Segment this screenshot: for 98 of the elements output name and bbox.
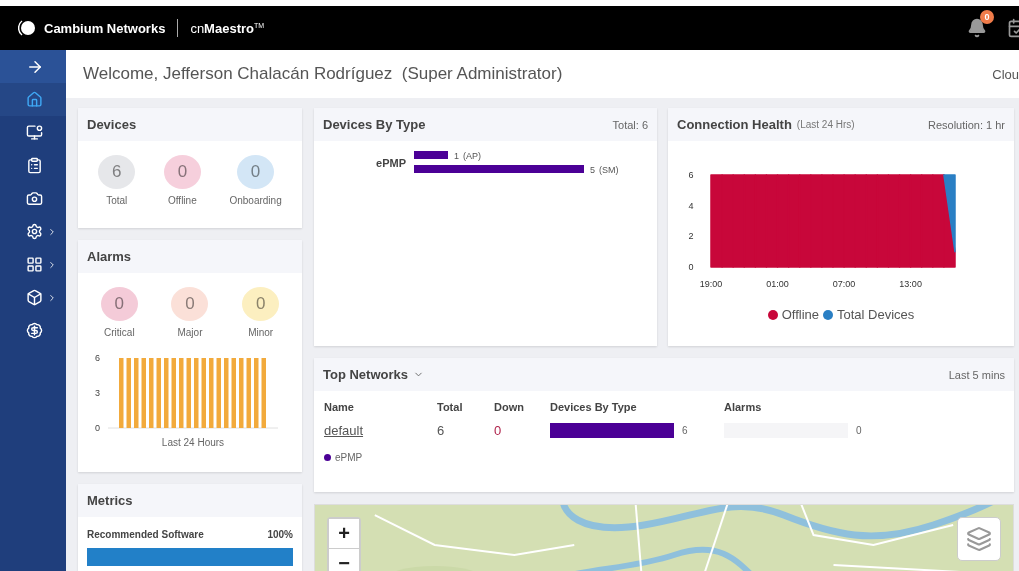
bar (246, 358, 251, 428)
bar (231, 358, 236, 428)
axis-label: 4 (688, 200, 694, 211)
axis-label: 01:00 (766, 279, 789, 289)
notification-count: 0 (980, 10, 994, 24)
column-header: Total (437, 401, 464, 413)
table-cell-text: 0 (494, 423, 503, 438)
count-circle: 0 (163, 155, 201, 189)
axis-label: 6 (95, 353, 100, 363)
product-name: cnMaestro$^{TM}$ (190, 20, 265, 36)
metric-value: 100% (267, 529, 293, 540)
bar (179, 358, 184, 428)
axis-title: Last 24 Hours (161, 437, 225, 448)
count-label: Minor (248, 327, 274, 338)
chevron-icon (47, 292, 57, 303)
value-label: 5 (590, 165, 595, 175)
category-label: (SM) (599, 165, 619, 175)
bar (224, 358, 229, 428)
card-title: Metrics (87, 493, 133, 508)
bar (186, 358, 191, 428)
bar-value: 6 (682, 425, 688, 436)
bar (119, 358, 124, 428)
card-subtitle: (Last 24 Hrs) (796, 119, 855, 130)
bar (201, 358, 206, 428)
layers-button[interactable] (957, 517, 1001, 561)
bar (254, 358, 259, 428)
axis-label: 3 (95, 388, 100, 398)
bar (171, 358, 176, 428)
bar (261, 358, 266, 428)
bar (414, 151, 448, 159)
home-icon (26, 91, 43, 108)
bar (209, 358, 214, 428)
map[interactable]: + − (314, 504, 1014, 571)
welcome-text: Welcome, Jefferson Chalacán Rodríguez (Super Administrator) (83, 64, 563, 84)
dollar-icon (26, 322, 43, 339)
count-circle: 0 (171, 287, 209, 321)
bar (216, 358, 221, 428)
axis-label: 0 (688, 262, 694, 272)
axis-label: 13:00 (899, 279, 922, 289)
card-title[interactable]: Top Networks (323, 367, 408, 382)
column-header: Name (324, 401, 355, 413)
card-title: Connection Health (677, 117, 792, 132)
count-circle: 0 (242, 287, 280, 321)
list-icon (26, 157, 43, 174)
collapse-button[interactable] (0, 50, 66, 83)
axis-label: 07:00 (832, 279, 856, 289)
monitor-icon (26, 124, 43, 141)
count-label: Major (177, 327, 203, 338)
legend-label: Total Devices (837, 307, 915, 322)
layers-icon (966, 526, 992, 552)
zoom-in-button[interactable]: + (329, 519, 359, 549)
axis-label: 19:00 (699, 279, 723, 289)
network-link[interactable]: default (324, 423, 364, 438)
bar (141, 358, 146, 428)
count-label: Offline (168, 195, 197, 206)
bar (134, 358, 139, 428)
settings-icon (26, 223, 43, 240)
table-cell-text: 6 (437, 423, 446, 438)
count-label: Onboarding (229, 195, 282, 206)
category-label: ePMP (376, 157, 406, 169)
bar (164, 358, 169, 428)
axis-label: 0 (95, 423, 100, 433)
axis-label: 6 (688, 170, 694, 180)
card-title: Alarms (87, 249, 132, 264)
card-title: Devices (87, 117, 137, 132)
column-header: Down (494, 401, 525, 413)
bar-value: 0 (856, 425, 862, 436)
bar (149, 358, 154, 428)
axis-label: 2 (688, 231, 694, 242)
value-label: 1 (454, 151, 459, 161)
cloud-label: Clou (992, 66, 1019, 82)
column-header: Alarms (724, 401, 763, 413)
column-header: Devices By Type (550, 401, 638, 413)
resolution-label: Resolution: 1 hr (927, 118, 1005, 131)
brand-name: Cambium Networks (44, 20, 166, 36)
count-circle: 6 (98, 155, 136, 189)
legend-label: Offline (781, 307, 819, 322)
count-circle: 0 (100, 287, 138, 321)
metric-label: Recommended Software (87, 529, 204, 540)
card-title: Devices By Type (323, 117, 426, 132)
category-label: (AP) (463, 151, 481, 161)
box-icon (26, 289, 43, 306)
grid-icon (26, 256, 43, 273)
logo-icon (18, 19, 36, 37)
bar (156, 358, 161, 428)
count-label: Critical (104, 327, 135, 338)
bar (239, 358, 244, 428)
count-circle: 0 (237, 155, 275, 189)
bar (126, 358, 131, 428)
count-label: Total (106, 195, 128, 206)
camera-icon (26, 190, 43, 207)
period-label: Last 5 mins (948, 368, 1005, 381)
total-label: Total: 6 (612, 118, 648, 131)
chevron-icon (47, 259, 57, 270)
chevron-icon (47, 226, 57, 237)
bar (194, 358, 199, 428)
notification-bell-icon[interactable] (967, 18, 987, 38)
legend-label: ePMP (335, 452, 363, 463)
